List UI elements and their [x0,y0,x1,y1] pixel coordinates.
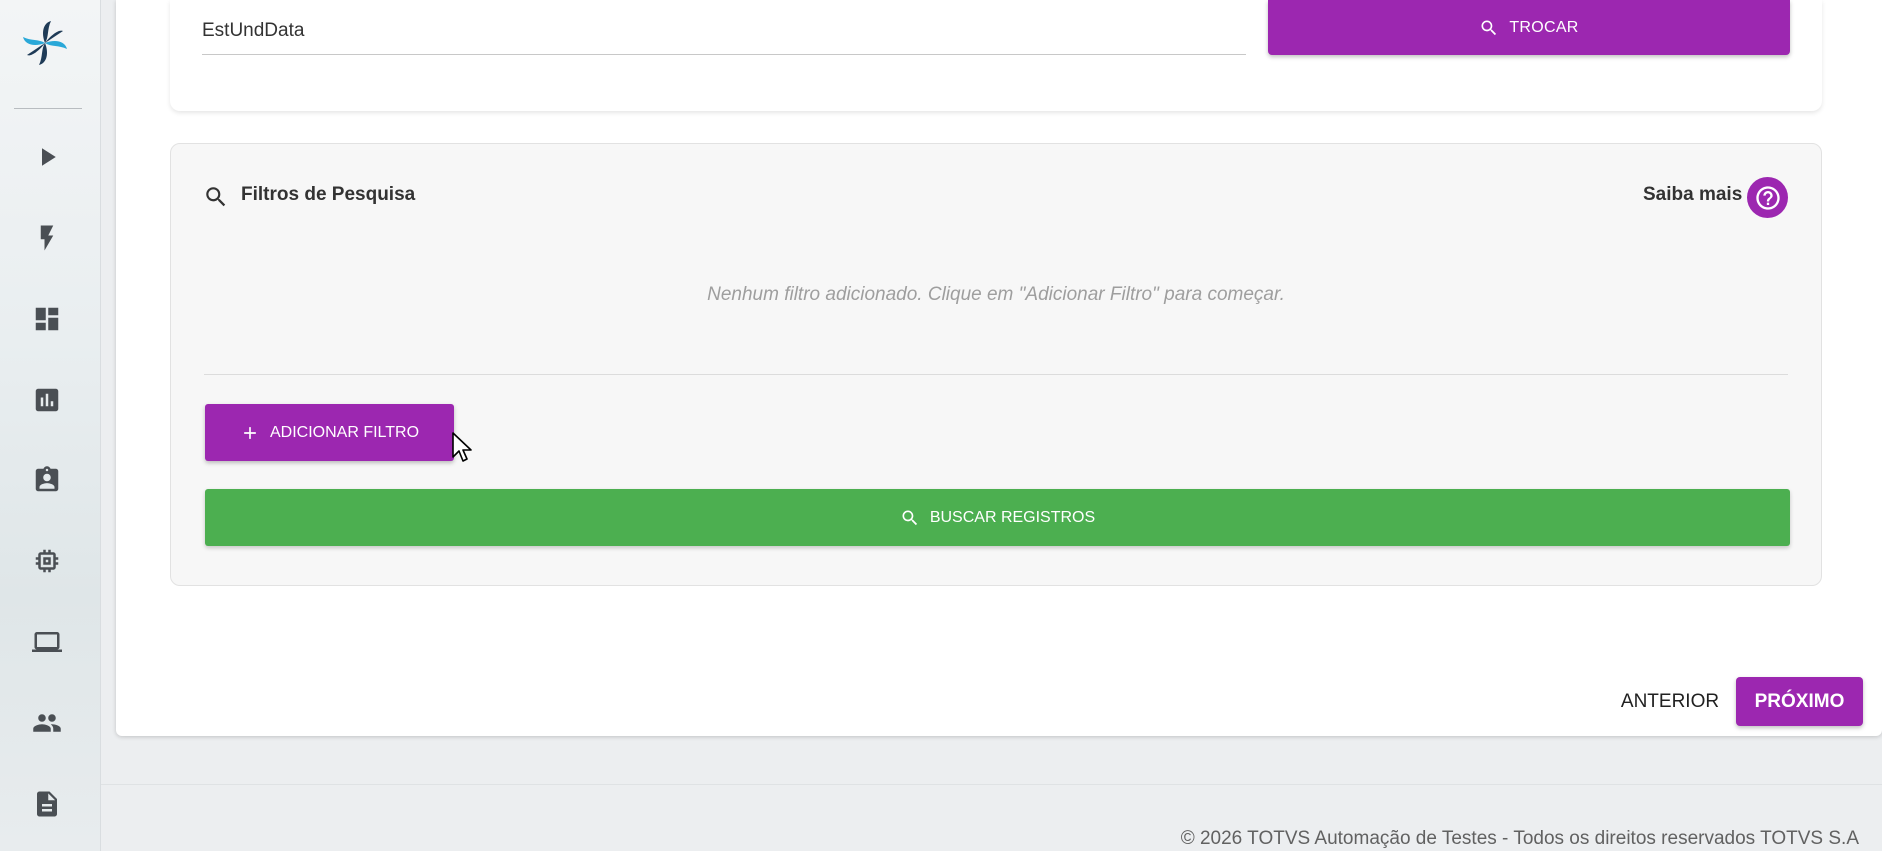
mouse-cursor-icon [452,432,474,464]
filters-divider [204,374,1788,375]
search-records-label: BUSCAR REGISTROS [929,508,1096,526]
footer-divider [101,784,1882,785]
people-icon[interactable] [30,706,64,740]
add-filter-button[interactable]: ADICIONAR FILTRO [205,404,454,461]
pinwheel-logo-icon[interactable] [20,18,70,68]
clipboard-user-icon[interactable] [30,463,64,497]
help-button[interactable] [1747,177,1788,218]
search-records-button[interactable]: BUSCAR REGISTROS [205,489,1790,546]
add-filter-label: ADICIONAR FILTRO [269,423,420,441]
plus-icon [244,426,256,439]
play-icon[interactable] [30,140,64,174]
chip-icon[interactable] [30,544,64,578]
sidebar [0,0,101,851]
lightning-icon[interactable] [30,221,64,255]
footer-copyright: © 2026 TOTVS Automação de Testes - Todos… [1180,828,1859,849]
next-button[interactable]: PRÓXIMO [1736,677,1863,726]
filters-title: Filtros de Pesquisa [241,184,416,205]
empty-filters-message: Nenhum filtro adicionado. Clique em "Adi… [707,284,1285,305]
previous-button[interactable]: ANTERIOR [1610,680,1730,723]
saiba-mais-label: Saiba mais [1643,184,1743,205]
laptop-icon[interactable] [30,625,64,659]
question-circle-icon [1755,185,1780,210]
dashboard-icon[interactable] [30,302,64,336]
bar-chart-icon[interactable] [30,383,64,417]
sidebar-divider [14,108,82,109]
search-icon [1481,20,1497,35]
search-icon [203,184,229,210]
trocar-button[interactable]: TROCAR [1268,0,1790,55]
table-name-field[interactable]: EstUndData [202,0,1246,55]
search-icon [902,510,917,525]
document-icon[interactable] [30,787,64,821]
trocar-label: TROCAR [1509,18,1579,36]
